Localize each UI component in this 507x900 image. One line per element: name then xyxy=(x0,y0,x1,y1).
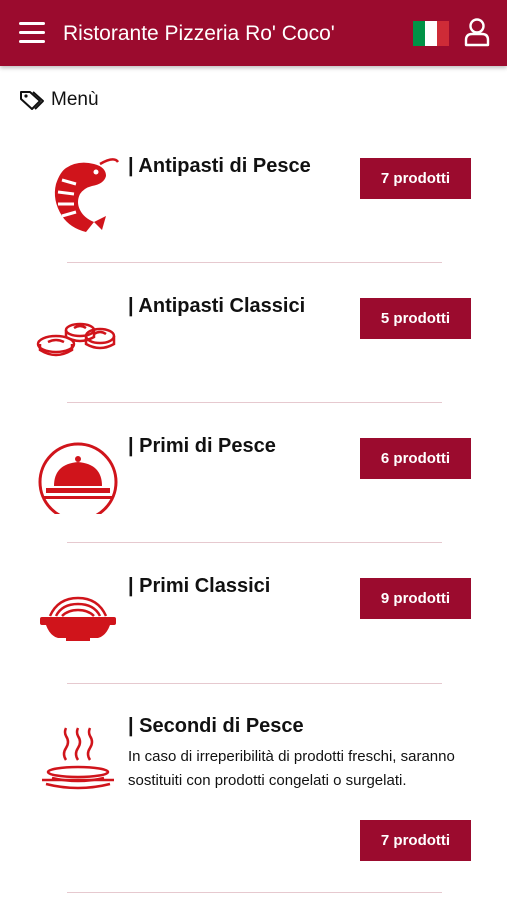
hot-dish-icon xyxy=(42,727,114,790)
divider xyxy=(67,262,442,263)
breadcrumb-label: Menù xyxy=(51,89,99,110)
tags-icon xyxy=(20,91,44,110)
divider xyxy=(67,683,442,684)
category-title: | Antipasti di Pesce xyxy=(128,155,311,177)
app-header: Ristorante Pizzeria Ro' Coco' xyxy=(0,0,507,66)
pasta-bowl-icon xyxy=(40,596,116,641)
products-count-button[interactable]: 9 prodotti xyxy=(360,578,471,619)
products-count-button[interactable]: 7 prodotti xyxy=(360,158,471,199)
category-description: In caso di irreperibilità di prodotti fr… xyxy=(128,748,455,789)
app-title: Ristorante Pizzeria Ro' Coco' xyxy=(63,22,335,45)
category-antipasti-classici[interactable]: | Antipasti Classici 5 prodotti xyxy=(0,280,507,420)
category-primi-di-pesce[interactable]: | Primi di Pesce 6 prodotti xyxy=(0,420,507,560)
category-primi-classici[interactable]: | Primi Classici 9 prodotti xyxy=(0,560,507,700)
appetizer-plate-icon xyxy=(36,322,116,357)
user-icon[interactable] xyxy=(464,17,490,47)
shrimp-icon xyxy=(54,158,120,232)
category-title: | Secondi di Pesce xyxy=(128,715,304,737)
category-secondi-di-pesce[interactable]: | Secondi di Pesce In caso di irreperibi… xyxy=(0,700,507,890)
category-title: | Antipasti Classici xyxy=(128,295,306,317)
divider xyxy=(67,892,442,893)
hamburger-icon[interactable] xyxy=(19,22,45,44)
category-antipasti-di-pesce[interactable]: | Antipasti di Pesce 7 prodotti xyxy=(0,140,507,280)
products-count-button[interactable]: 6 prodotti xyxy=(360,438,471,479)
italian-flag-icon[interactable] xyxy=(413,21,449,46)
products-count-button[interactable]: 5 prodotti xyxy=(360,298,471,339)
cloche-icon xyxy=(38,442,118,514)
category-title: | Primi Classici xyxy=(128,575,271,597)
divider xyxy=(67,402,442,403)
breadcrumb: Menù xyxy=(19,89,99,111)
divider xyxy=(67,542,442,543)
products-count-button[interactable]: 7 prodotti xyxy=(360,820,471,861)
category-title: | Primi di Pesce xyxy=(128,435,276,457)
